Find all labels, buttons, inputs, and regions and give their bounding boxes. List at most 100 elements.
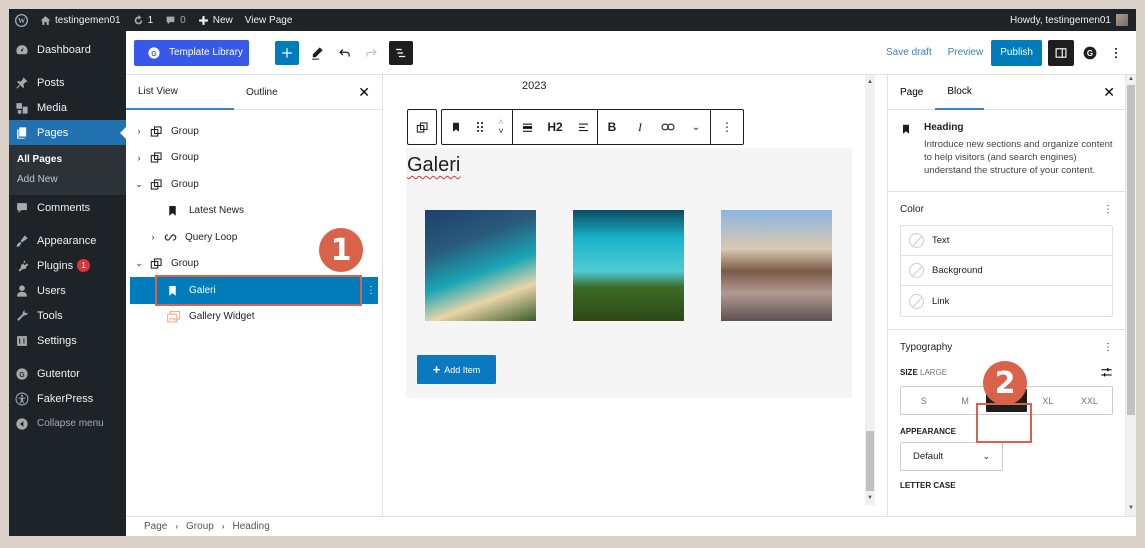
parent-selector-group [407,109,437,145]
tab-outline[interactable]: Outline [234,75,290,110]
chevron-down-icon[interactable]: ⌄ [132,258,146,269]
scroll-down-icon[interactable]: ▼ [1128,505,1134,511]
submenu-add-new[interactable]: Add New [9,169,126,189]
tab-page[interactable]: Page [888,75,935,110]
list-item[interactable]: Latest News [126,198,382,225]
sliders-icon[interactable] [1100,367,1113,378]
gutentor-button[interactable]: G [1078,41,1102,65]
scrollbar-thumb[interactable] [1127,85,1135,415]
more-vertical-icon[interactable]: ⋮ [366,285,376,296]
more-vertical-icon[interactable]: ⋮ [1103,342,1113,353]
collapse-menu-button[interactable]: Collapse menu [9,411,126,436]
more-vertical-icon[interactable]: ⋮ [1103,204,1113,215]
scrollbar-thumb[interactable] [866,431,874,491]
gallery-image-1[interactable] [425,210,536,321]
heading-level-button[interactable]: H2 [541,110,569,144]
sidebar-item-posts[interactable]: Posts [9,70,126,95]
chevron-right-icon[interactable]: › [132,153,146,163]
list-item[interactable]: Gallery Widget [126,304,382,331]
sidebar-item-plugins[interactable]: Plugins 1 [9,253,126,278]
chevron-down-icon[interactable]: ⌄ [132,179,146,190]
list-item-selected[interactable]: Galeri ⋮ [130,277,378,304]
sidebar-item-dashboard[interactable]: Dashboard [9,37,126,62]
comments-link[interactable]: 0 [159,9,192,31]
plus-icon: + [432,362,441,377]
align-button[interactable] [513,110,541,144]
scroll-up-icon[interactable]: ▲ [1128,76,1134,82]
wordpress-logo-button[interactable]: W [9,9,34,31]
site-name-link[interactable]: testingemen01 [34,9,127,31]
italic-button[interactable]: I [626,110,654,144]
move-up-down-buttons[interactable]: ˄ ˅ [490,110,512,144]
sidebar-item-label: Plugins [37,259,74,272]
publish-button[interactable]: Publish [991,39,1042,66]
color-item-link[interactable]: Link [901,286,1112,316]
template-library-button[interactable]: G Template Library [134,39,249,66]
sidebar-item-comments[interactable]: Comments [9,195,126,220]
sidebar-item-users[interactable]: Users [9,278,126,303]
settings-toggle[interactable] [1048,39,1074,66]
new-content-link[interactable]: New [192,9,239,31]
drag-handle[interactable] [470,110,490,144]
text-align-button[interactable] [569,110,597,144]
gallery-image-2[interactable] [573,210,684,321]
scroll-up-icon[interactable]: ▲ [867,79,873,85]
breadcrumb-group[interactable]: Group [186,521,214,532]
color-item-background[interactable]: Background [901,256,1112,286]
sidebar-item-media[interactable]: Media [9,95,126,120]
bold-button[interactable]: B [598,110,626,144]
tab-list-view[interactable]: List View [126,75,234,110]
close-icon[interactable]: ✕ [358,84,370,101]
list-item[interactable]: › Group [126,118,382,145]
account-menu[interactable]: Howdy, testingemen01 [1010,14,1136,26]
breadcrumb-page[interactable]: Page [144,521,167,532]
chevron-down-icon[interactable]: ˅ [498,127,503,136]
sidebar-item-tools[interactable]: Tools [9,303,126,328]
add-block-button[interactable] [275,40,299,65]
list-item[interactable]: ⌄ Group [126,171,382,198]
block-options-button[interactable]: ⋮ [711,110,743,144]
appearance-select[interactable]: Default ⌄ [900,442,1003,471]
list-item[interactable]: › Group [126,145,382,172]
updates-link[interactable]: 1 [127,9,160,31]
size-option-m[interactable]: M [944,389,985,412]
group-block[interactable]: Galeri + Add Item [406,148,852,398]
chevron-right-icon[interactable]: › [132,126,146,136]
canvas-scrollbar[interactable]: ▲ ▼ [865,75,875,505]
sidebar-item-settings[interactable]: Settings [9,328,126,353]
close-icon[interactable]: ✕ [1103,84,1115,101]
tab-block[interactable]: Block [935,75,984,110]
block-type-button[interactable] [442,110,470,144]
select-parent-button[interactable] [408,110,436,144]
group-icon [150,179,162,190]
preview-button[interactable]: Preview [940,47,992,58]
scroll-down-icon[interactable]: ▼ [867,495,873,501]
color-item-text[interactable]: Text [901,226,1112,256]
media-icon [16,102,28,114]
appearance-value: Default [913,451,944,462]
save-draft-button[interactable]: Save draft [878,47,940,58]
wordpress-icon: W [15,13,28,27]
chevron-right-icon[interactable]: › [146,232,160,242]
inspector-scrollbar[interactable]: ▲ ▼ [1125,75,1136,516]
gallery-image-3[interactable] [721,210,832,321]
size-option-xl[interactable]: XL [1027,389,1068,412]
list-view-toggle[interactable] [389,40,413,65]
submenu-all-pages[interactable]: All Pages [9,149,126,169]
size-option-s[interactable]: S [903,389,944,412]
link-button[interactable] [654,110,682,144]
undo-button[interactable] [333,41,357,65]
add-item-button[interactable]: + Add Item [417,355,496,384]
more-formats-button[interactable]: ⌄ [682,110,710,144]
redo-button[interactable] [359,41,383,65]
options-menu-button[interactable] [1104,41,1128,65]
heading-block[interactable]: Galeri [407,154,460,177]
view-page-link[interactable]: View Page [239,9,299,31]
plus-icon [282,47,292,58]
sidebar-item-fakerpress[interactable]: FakerPress [9,386,126,411]
size-option-xxl[interactable]: XXL [1069,389,1110,412]
tools-button[interactable] [305,41,329,65]
sidebar-item-pages[interactable]: Pages [9,120,126,145]
sidebar-item-gutentor[interactable]: G Gutentor [9,361,126,386]
sidebar-item-appearance[interactable]: Appearance [9,228,126,253]
